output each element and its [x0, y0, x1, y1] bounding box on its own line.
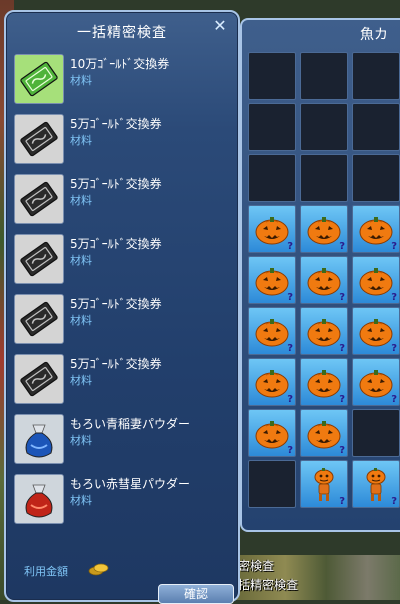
unidentified-mark: ? — [287, 394, 293, 405]
inventory-slot[interactable]: ? — [352, 358, 400, 406]
item-row[interactable]: もろい青稲妻パウダー 材料 — [14, 412, 232, 472]
item-list: 10万ｺﾞｰﾙﾄﾞ交換券 材料 5万ｺﾞｰﾙﾄﾞ交換券 材料 5万ｺﾞｰﾙﾄﾞ交… — [14, 52, 232, 532]
inventory-slot[interactable]: ? — [352, 256, 400, 304]
unidentified-mark: ? — [287, 445, 293, 456]
item-name: もろい青稲妻パウダー — [70, 417, 191, 431]
item-name: 5万ｺﾞｰﾙﾄﾞ交換券 — [70, 237, 162, 251]
unidentified-mark: ? — [339, 241, 345, 252]
bulk-inspection-window: 一括精密検査 ✕ 10万ｺﾞｰﾙﾄﾞ交換券 材料 5万ｺﾞｰﾙﾄﾞ交換券 材料 … — [4, 10, 240, 604]
inventory-slot-empty[interactable] — [352, 103, 400, 151]
dark-ticket-icon — [14, 174, 64, 224]
inventory-slot-empty[interactable] — [248, 460, 296, 508]
item-row[interactable]: 5万ｺﾞｰﾙﾄﾞ交換券 材料 — [14, 352, 232, 412]
unidentified-mark: ? — [391, 394, 397, 405]
unidentified-mark: ? — [339, 496, 345, 507]
window-title: 一括精密検査 — [77, 25, 167, 41]
inventory-slot[interactable]: ? — [300, 205, 348, 253]
inventory-slot[interactable]: ? — [248, 307, 296, 355]
inventory-slot[interactable]: ? — [248, 205, 296, 253]
inventory-panel: 魚カ ? ? ? ? ? ? ? ? ? ? ? ? ? ? ? ? — [240, 18, 400, 532]
item-row[interactable]: 5万ｺﾞｰﾙﾄﾞ交換券 材料 — [14, 292, 232, 352]
unidentified-mark: ? — [339, 445, 345, 456]
dark-ticket-icon — [14, 354, 64, 404]
background-chat-text: 括精密検査 — [238, 578, 299, 592]
inventory-slot[interactable]: ? — [300, 358, 348, 406]
unidentified-mark: ? — [287, 343, 293, 354]
inventory-slot-empty[interactable] — [248, 52, 296, 100]
unidentified-mark: ? — [391, 292, 397, 303]
dark-ticket-icon — [14, 294, 64, 344]
item-category: 材料 — [70, 314, 92, 327]
inventory-slot-empty[interactable] — [352, 409, 400, 457]
item-category: 材料 — [70, 494, 92, 507]
item-row[interactable]: 5万ｺﾞｰﾙﾄﾞ交換券 材料 — [14, 232, 232, 292]
item-category: 材料 — [70, 374, 92, 387]
item-row[interactable]: 5万ｺﾞｰﾙﾄﾞ交換券 材料 — [14, 172, 232, 232]
unidentified-mark: ? — [339, 394, 345, 405]
inventory-slot[interactable]: ? — [248, 358, 296, 406]
item-row[interactable]: 5万ｺﾞｰﾙﾄﾞ交換券 材料 — [14, 112, 232, 172]
red-powder-bag-icon — [14, 474, 64, 524]
confirm-button[interactable]: 確認 — [158, 584, 234, 604]
item-category: 材料 — [70, 134, 92, 147]
item-category: 材料 — [70, 194, 92, 207]
inventory-slot[interactable]: ? — [300, 307, 348, 355]
item-category: 材料 — [70, 254, 92, 267]
gold-coins-icon — [88, 563, 109, 576]
dark-ticket-icon — [14, 114, 64, 164]
unidentified-mark: ? — [391, 241, 397, 252]
unidentified-mark: ? — [339, 343, 345, 354]
unidentified-mark: ? — [287, 292, 293, 303]
inventory-slot[interactable]: ? — [300, 460, 348, 508]
dark-ticket-icon — [14, 234, 64, 284]
inventory-slot[interactable]: ? — [300, 256, 348, 304]
inventory-slot-empty[interactable] — [352, 154, 400, 202]
item-category: 材料 — [70, 74, 92, 87]
unidentified-mark: ? — [391, 343, 397, 354]
item-row[interactable]: もろい赤彗星パウダー 材料 — [14, 472, 232, 532]
inventory-slot[interactable]: ? — [248, 256, 296, 304]
inventory-title: 魚カ — [360, 27, 388, 43]
item-name: 10万ｺﾞｰﾙﾄﾞ交換券 — [70, 57, 170, 71]
inventory-slot-empty[interactable] — [300, 103, 348, 151]
item-name: 5万ｺﾞｰﾙﾄﾞ交換券 — [70, 177, 162, 191]
green-ticket-icon — [14, 54, 64, 104]
item-name: 5万ｺﾞｰﾙﾄﾞ交換券 — [70, 297, 162, 311]
inventory-slot-empty[interactable] — [300, 154, 348, 202]
inventory-slot[interactable]: ? — [352, 460, 400, 508]
inventory-slot[interactable]: ? — [300, 409, 348, 457]
inventory-slot[interactable]: ? — [352, 307, 400, 355]
inventory-grid: ? ? ? ? ? ? ? ? ? ? ? ? ? ? ? ? — [248, 52, 400, 508]
blue-powder-bag-icon — [14, 414, 64, 464]
inventory-slot[interactable]: ? — [248, 409, 296, 457]
unidentified-mark: ? — [287, 241, 293, 252]
inventory-slot-empty[interactable] — [300, 52, 348, 100]
item-name: 5万ｺﾞｰﾙﾄﾞ交換券 — [70, 357, 162, 371]
inventory-slot-empty[interactable] — [248, 103, 296, 151]
close-icon[interactable]: ✕ — [212, 18, 228, 34]
fee-label: 利用金額 — [24, 565, 68, 578]
item-category: 材料 — [70, 434, 92, 447]
unidentified-mark: ? — [391, 496, 397, 507]
inventory-slot-empty[interactable] — [352, 52, 400, 100]
item-name: 5万ｺﾞｰﾙﾄﾞ交換券 — [70, 117, 162, 131]
inventory-slot[interactable]: ? — [352, 205, 400, 253]
item-name: もろい赤彗星パウダー — [70, 477, 191, 491]
item-row[interactable]: 10万ｺﾞｰﾙﾄﾞ交換券 材料 — [14, 52, 232, 112]
background-chat-text: 密検査 — [238, 559, 275, 573]
inventory-slot-empty[interactable] — [248, 154, 296, 202]
unidentified-mark: ? — [339, 292, 345, 303]
